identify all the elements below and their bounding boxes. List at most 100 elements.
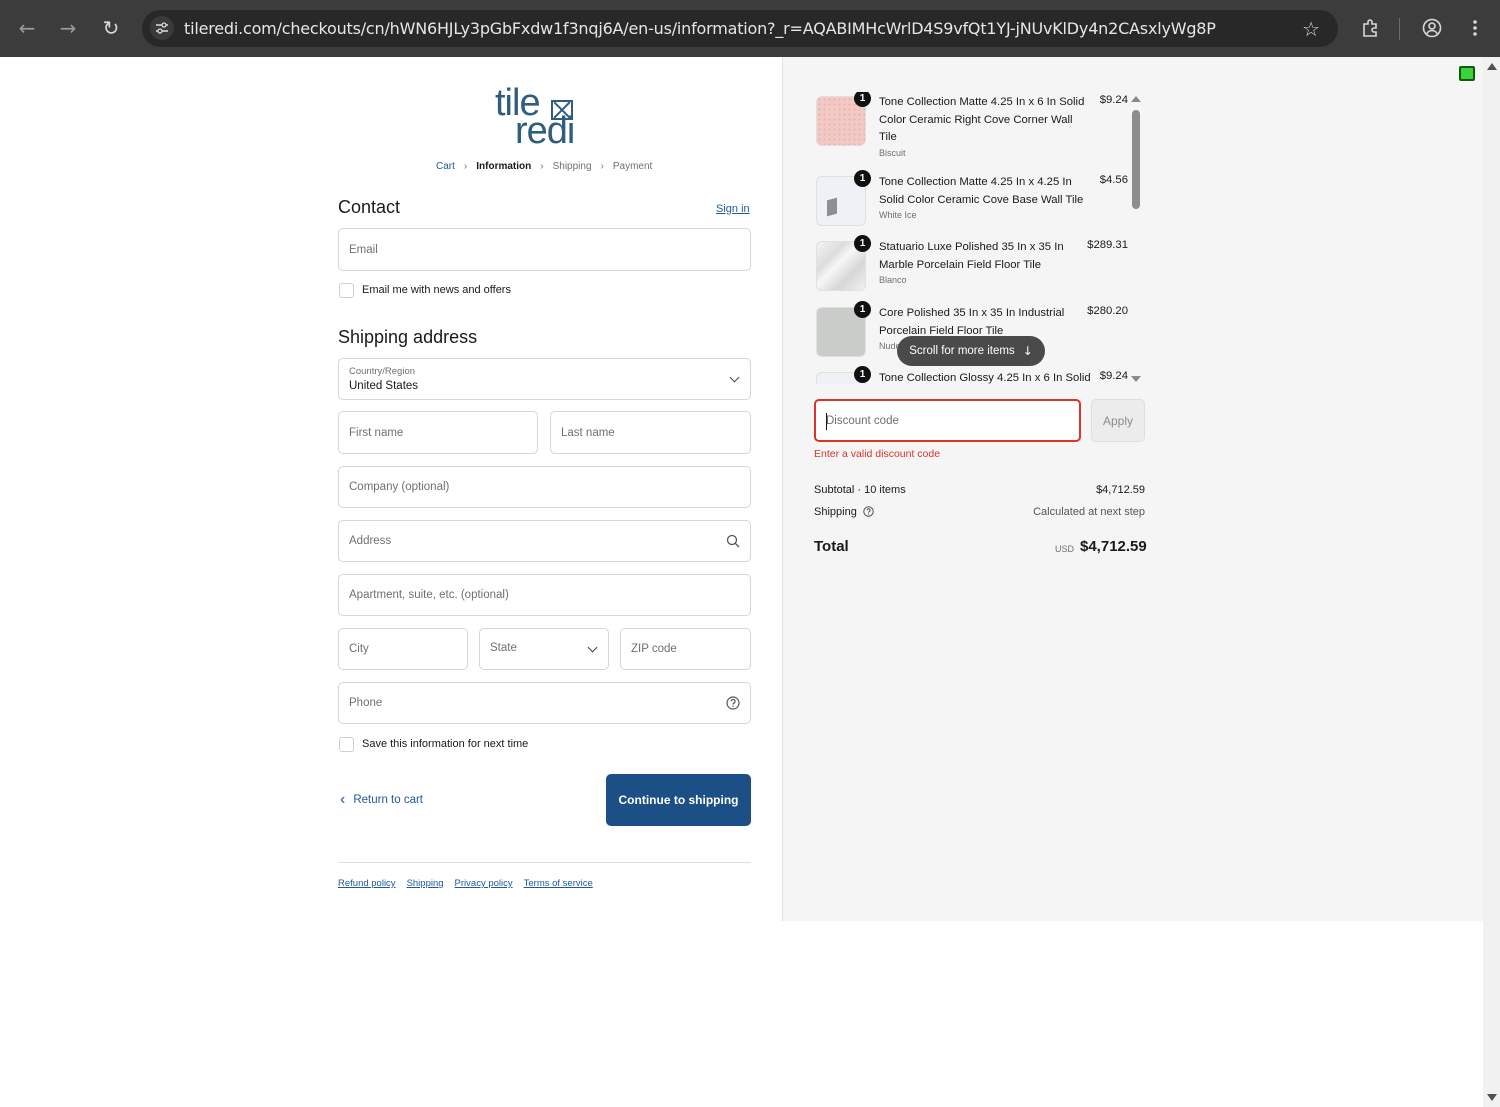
forward-icon[interactable]: → xyxy=(56,16,80,40)
chevron-right-icon: › xyxy=(540,161,544,172)
shipping-address-heading: Shipping address xyxy=(338,327,478,347)
return-to-cart-link[interactable]: ‹ Return to cart xyxy=(340,791,423,808)
quantity-badge: 1 xyxy=(854,301,871,318)
email-field[interactable]: Email xyxy=(338,228,751,271)
footer-links: Refund policy Shipping Privacy policy Te… xyxy=(338,878,604,889)
quantity-badge: 1 xyxy=(854,92,871,107)
footer-divider xyxy=(338,862,751,863)
phone-field[interactable]: Phone xyxy=(338,682,751,724)
newsletter-label: Email me with news and offers xyxy=(362,284,511,296)
page-scrollbar[interactable] xyxy=(1483,57,1500,1107)
sign-in-link[interactable]: Sign in xyxy=(716,203,750,215)
browser-toolbar: ← → ↻ tileredi.com/checkouts/cn/hWN6HJLy… xyxy=(0,0,1500,57)
toolbar-divider xyxy=(1399,18,1400,40)
apply-discount-button[interactable]: Apply xyxy=(1091,399,1145,442)
extension-indicator[interactable] xyxy=(1459,66,1475,81)
total-value: $4,712.59 xyxy=(1080,538,1147,555)
phone-placeholder: Phone xyxy=(349,697,383,709)
company-field[interactable]: Company (optional) xyxy=(338,466,751,508)
discount-code-input[interactable]: Discount code xyxy=(814,399,1081,442)
address-field[interactable]: Address xyxy=(338,520,751,562)
chevron-left-icon: ‹ xyxy=(340,791,346,808)
breadcrumb-payment: Payment xyxy=(612,161,653,172)
extensions-icon[interactable] xyxy=(1358,16,1382,40)
save-info-checkbox[interactable] xyxy=(339,737,354,752)
help-circle-icon[interactable] xyxy=(726,696,740,715)
product-name: Tone Collection Matte 4.25 In x 4.25 In … xyxy=(879,176,1084,206)
product-name: Statuario Luxe Polished 35 In x 35 In Ma… xyxy=(879,241,1064,271)
breadcrumb-information: Information xyxy=(476,161,532,172)
subtotal-value: $4,712.59 xyxy=(1096,484,1145,496)
last-name-placeholder: Last name xyxy=(561,427,615,439)
country-label: Country/Region xyxy=(349,366,416,377)
store-logo[interactable]: tile redi xyxy=(495,82,595,152)
city-placeholder: City xyxy=(349,643,369,655)
order-items-scrollbar[interactable] xyxy=(1131,96,1141,382)
country-value: United States xyxy=(349,380,419,392)
product-price: $9.24 xyxy=(1099,370,1128,382)
scroll-for-more-button[interactable]: Scroll for more items ↓ xyxy=(897,336,1045,366)
terms-of-service-link[interactable]: Terms of service xyxy=(524,878,593,889)
product-price: $289.31 xyxy=(1087,239,1128,251)
apartment-field[interactable]: Apartment, suite, etc. (optional) xyxy=(338,574,751,616)
breadcrumb-shipping: Shipping xyxy=(552,161,592,172)
discount-placeholder: Discount code xyxy=(826,415,899,427)
address-placeholder: Address xyxy=(349,535,392,547)
save-info-label: Save this information for next time xyxy=(362,738,529,750)
breadcrumb: Cart › Information › Shipping › Payment xyxy=(436,161,661,172)
search-icon xyxy=(726,534,740,553)
address-bar[interactable]: tileredi.com/checkouts/cn/hWN6HJLy3pGbFx… xyxy=(142,10,1338,47)
product-name: Core Polished 35 In x 35 In Industrial P… xyxy=(879,307,1065,337)
chevron-down-icon xyxy=(729,372,740,383)
subtotal-row: Subtotal · 10 items $4,712.59 xyxy=(814,484,1145,496)
quantity-badge: 1 xyxy=(854,170,871,187)
newsletter-checkbox[interactable] xyxy=(339,283,354,298)
url-text: tileredi.com/checkouts/cn/hWN6HJLy3pGbFx… xyxy=(184,19,1216,38)
state-select[interactable]: State xyxy=(479,628,609,670)
email-placeholder: Email xyxy=(349,244,378,256)
zip-placeholder: ZIP code xyxy=(631,643,677,655)
scroll-down-arrow-icon[interactable] xyxy=(1131,376,1141,382)
apartment-placeholder: Apartment, suite, etc. (optional) xyxy=(349,589,509,601)
first-name-placeholder: First name xyxy=(349,427,404,439)
last-name-field[interactable]: Last name xyxy=(550,411,751,454)
site-settings-icon[interactable] xyxy=(150,16,174,40)
scroll-up-arrow-icon[interactable] xyxy=(1487,63,1497,70)
profile-icon[interactable] xyxy=(1420,16,1444,40)
country-select[interactable]: Country/Region United States xyxy=(338,358,751,400)
product-price: $9.24 xyxy=(1099,94,1128,106)
scroll-for-more-label: Scroll for more items xyxy=(909,345,1015,357)
back-icon[interactable]: ← xyxy=(15,16,39,40)
continue-to-shipping-button[interactable]: Continue to shipping xyxy=(606,774,751,826)
product-name: Tone Collection Glossy 4.25 In x 6 In So… xyxy=(879,372,1091,384)
scrollbar-thumb[interactable] xyxy=(1132,110,1140,209)
contact-heading: Contact xyxy=(338,197,401,217)
quantity-badge: 1 xyxy=(854,235,871,252)
subtotal-label: Subtotal · 10 items xyxy=(814,484,906,496)
refund-policy-link[interactable]: Refund policy xyxy=(338,878,396,889)
privacy-policy-link[interactable]: Privacy policy xyxy=(455,878,513,889)
scroll-down-arrow-icon[interactable] xyxy=(1487,1094,1497,1101)
city-field[interactable]: City xyxy=(338,628,468,670)
quantity-badge: 1 xyxy=(854,366,871,383)
shipping-value: Calculated at next step xyxy=(1033,506,1145,518)
breadcrumb-cart[interactable]: Cart xyxy=(436,161,455,172)
product-variant: Blanco xyxy=(879,275,907,285)
reload-icon[interactable]: ↻ xyxy=(99,16,123,40)
zip-code-field[interactable]: ZIP code xyxy=(620,628,751,670)
bookmark-star-icon[interactable]: ☆ xyxy=(1302,17,1320,41)
product-price: $280.20 xyxy=(1087,305,1128,317)
scroll-up-arrow-icon[interactable] xyxy=(1131,96,1141,102)
first-name-field[interactable]: First name xyxy=(338,411,538,454)
shipping-label: Shipping xyxy=(814,506,857,518)
menu-kebab-icon[interactable] xyxy=(1463,16,1487,40)
chevron-right-icon: › xyxy=(463,161,468,172)
chevron-down-icon xyxy=(587,642,598,653)
shipping-policy-link[interactable]: Shipping xyxy=(407,878,444,889)
discount-error-message: Enter a valid discount code xyxy=(814,448,941,460)
state-placeholder: State xyxy=(490,642,517,654)
product-price: $4.56 xyxy=(1099,174,1128,186)
chevron-right-icon: › xyxy=(600,161,604,172)
help-circle-icon[interactable] xyxy=(863,506,874,520)
return-to-cart-label: Return to cart xyxy=(353,794,423,806)
